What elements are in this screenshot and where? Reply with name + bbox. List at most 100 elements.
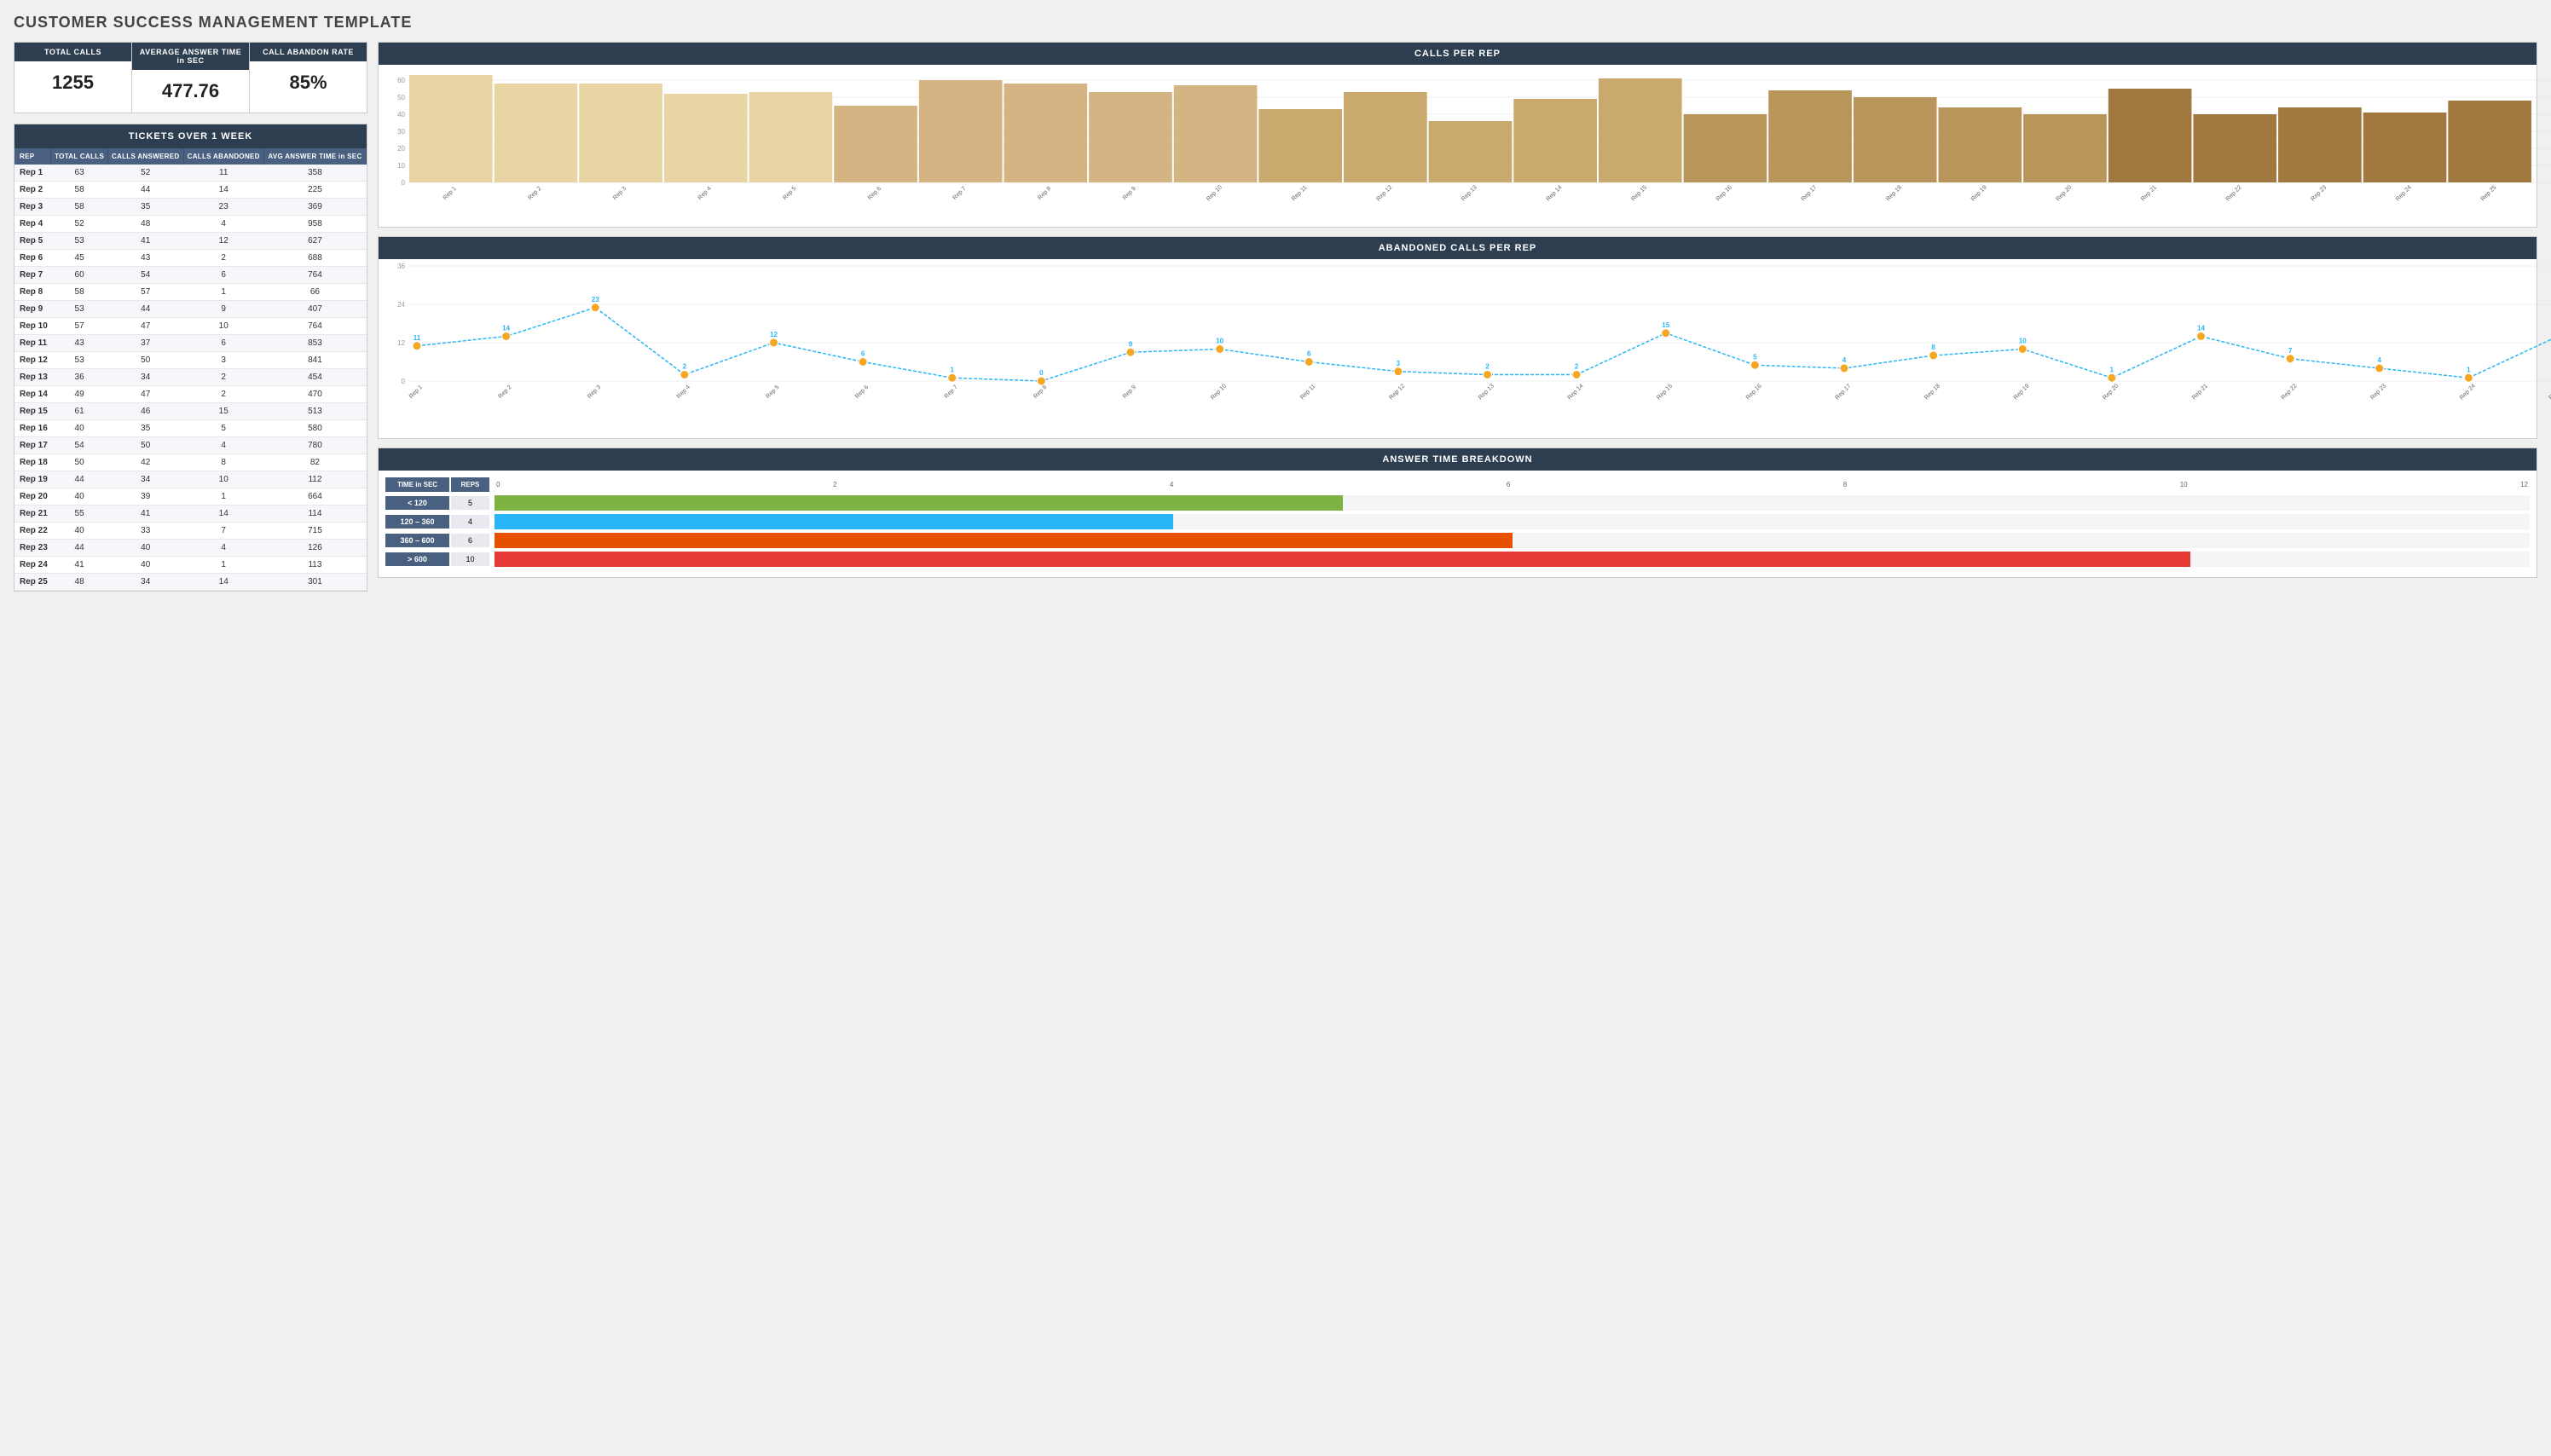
table-row: Rep 1640355580: [14, 420, 367, 437]
scale-label: 8: [1843, 481, 1847, 488]
col-avg-time: AVG ANSWER TIME in SEC: [263, 148, 366, 165]
table-row: Rep 760546764: [14, 267, 367, 284]
svg-text:Rep 9: Rep 9: [1122, 186, 1137, 201]
col-calls-abandoned: CALLS ABANDONED: [183, 148, 263, 165]
svg-text:6: 6: [861, 350, 865, 358]
svg-text:Rep 6: Rep 6: [854, 384, 870, 400]
col-reps-label: REPS: [451, 477, 489, 492]
calls-bar-svg: 0102030405060Rep 1Rep 2Rep 3Rep 4Rep 5Re…: [408, 72, 2528, 199]
svg-text:12: 12: [397, 339, 405, 347]
svg-text:1: 1: [2110, 366, 2114, 373]
table-row: Rep 85857166: [14, 284, 367, 301]
table-row: Rep 19443410112: [14, 471, 367, 488]
svg-text:Rep 23: Rep 23: [2369, 383, 2387, 401]
right-panel: CALLS PER REP 0102030405060Rep 1Rep 2Rep…: [378, 42, 2537, 592]
page-title: CUSTOMER SUCCESS MANAGEMENT TEMPLATE: [14, 14, 2537, 32]
tickets-table-title: TICKETS OVER 1 WEEK: [14, 124, 367, 148]
svg-text:Rep 17: Rep 17: [1801, 184, 1819, 202]
svg-text:4: 4: [2378, 356, 2382, 364]
breakdown-bar-wrap: [495, 514, 2530, 529]
table-row: Rep 1336342454: [14, 369, 367, 386]
breakdown-row: 360 – 6006: [385, 533, 2530, 548]
svg-text:Rep 19: Rep 19: [1970, 184, 1988, 202]
svg-text:Rep 9: Rep 9: [1122, 384, 1137, 400]
svg-text:Rep 15: Rep 15: [1656, 383, 1674, 401]
breakdown-reps-value: 10: [451, 552, 489, 566]
answer-time-breakdown: ANSWER TIME BREAKDOWN TIME in SEC REPS 0…: [378, 448, 2537, 578]
tickets-table-section: TICKETS OVER 1 WEEK REP TOTAL CALLS CALL…: [14, 124, 367, 592]
table-row: Rep 1143376853: [14, 335, 367, 352]
svg-text:0: 0: [402, 378, 406, 385]
svg-text:Rep 24: Rep 24: [2395, 184, 2413, 202]
svg-text:Rep 21: Rep 21: [2191, 383, 2209, 401]
svg-text:8: 8: [1931, 344, 1935, 351]
breakdown-time-label: < 120: [385, 496, 449, 510]
svg-text:20: 20: [397, 145, 405, 153]
table-row: Rep 452484958: [14, 216, 367, 233]
breakdown-bar-wrap: [495, 495, 2530, 511]
breakdown-bar-wrap: [495, 552, 2530, 567]
summary-cards: TOTAL CALLS 1255 AVERAGE ANSWER TIME in …: [14, 42, 367, 113]
svg-text:Rep 1: Rep 1: [408, 384, 424, 400]
svg-text:10: 10: [2019, 338, 2027, 345]
breakdown-row: < 1205: [385, 495, 2530, 511]
svg-text:6: 6: [1307, 350, 1311, 358]
svg-text:Rep 8: Rep 8: [1037, 186, 1052, 201]
svg-text:Rep 19: Rep 19: [2013, 383, 2031, 401]
svg-text:14: 14: [2197, 325, 2205, 332]
svg-text:Rep 2: Rep 2: [527, 186, 542, 201]
svg-text:Rep 14: Rep 14: [1567, 383, 1585, 401]
svg-text:Rep 16: Rep 16: [1715, 184, 1733, 202]
svg-text:9: 9: [1129, 340, 1133, 348]
abandoned-line-svg: 012243611Rep 114Rep 223Rep 32Rep 412Rep …: [408, 266, 2528, 402]
total-calls-value: 1255: [14, 61, 131, 104]
svg-text:Rep 23: Rep 23: [2310, 184, 2328, 202]
table-row: Rep 1449472470: [14, 386, 367, 403]
svg-text:Rep 11: Rep 11: [1299, 384, 1317, 402]
avg-answer-card: AVERAGE ANSWER TIME in SEC 477.76: [132, 43, 250, 113]
svg-text:15: 15: [1662, 321, 1669, 329]
table-row: Rep 25483414301: [14, 574, 367, 591]
breakdown-bar: [495, 514, 1173, 529]
svg-text:Rep 25: Rep 25: [2548, 383, 2551, 401]
scale-label: 0: [496, 481, 500, 488]
breakdown-row: > 60010: [385, 552, 2530, 567]
table-row: Rep 1754504780: [14, 437, 367, 454]
avg-answer-value: 477.76: [132, 70, 249, 113]
abandoned-calls-chart: ABANDONED CALLS PER REP 012243611Rep 114…: [378, 236, 2537, 439]
total-calls-card: TOTAL CALLS 1255: [14, 43, 132, 113]
table-row: Rep 3583523369: [14, 199, 367, 216]
svg-text:Rep 14: Rep 14: [1546, 184, 1564, 202]
col-time-label: TIME in SEC: [385, 477, 449, 492]
col-calls-answered: CALLS ANSWERED: [107, 148, 183, 165]
table-row: Rep 21554114114: [14, 506, 367, 523]
table-row: Rep 2441401113: [14, 557, 367, 574]
svg-text:Rep 22: Rep 22: [2281, 383, 2299, 401]
svg-text:Rep 3: Rep 3: [612, 186, 628, 201]
scale-label: 2: [833, 481, 836, 488]
calls-per-rep-title: CALLS PER REP: [379, 43, 2537, 65]
svg-text:Rep 12: Rep 12: [1375, 184, 1393, 202]
svg-text:40: 40: [397, 111, 405, 118]
svg-text:Rep 22: Rep 22: [2225, 184, 2243, 202]
table-row: Rep 2584414225: [14, 182, 367, 199]
calls-per-rep-chart: CALLS PER REP 0102030405060Rep 1Rep 2Rep…: [378, 42, 2537, 228]
table-row: Rep 185042882: [14, 454, 367, 471]
svg-text:Rep 21: Rep 21: [2140, 184, 2158, 202]
table-row: Rep 1635211358: [14, 165, 367, 182]
svg-text:11: 11: [414, 334, 421, 342]
svg-text:Rep 10: Rep 10: [1210, 383, 1228, 401]
svg-text:Rep 1: Rep 1: [443, 186, 458, 201]
breakdown-rows: < 1205120 – 3604360 – 6006> 60010: [385, 495, 2530, 567]
svg-text:Rep 6: Rep 6: [867, 186, 882, 201]
svg-text:Rep 3: Rep 3: [587, 384, 602, 400]
svg-text:2: 2: [683, 363, 687, 371]
breakdown-time-label: 360 – 600: [385, 534, 449, 547]
svg-text:Rep 13: Rep 13: [1461, 184, 1478, 202]
scale-label: 4: [1170, 481, 1173, 488]
table-row: Rep 5534112627: [14, 233, 367, 250]
svg-text:10: 10: [397, 162, 405, 170]
scale-labels: 024681012: [495, 477, 2530, 492]
abandoned-calls-title: ABANDONED CALLS PER REP: [379, 237, 2537, 259]
table-row: Rep 10574710764: [14, 318, 367, 335]
